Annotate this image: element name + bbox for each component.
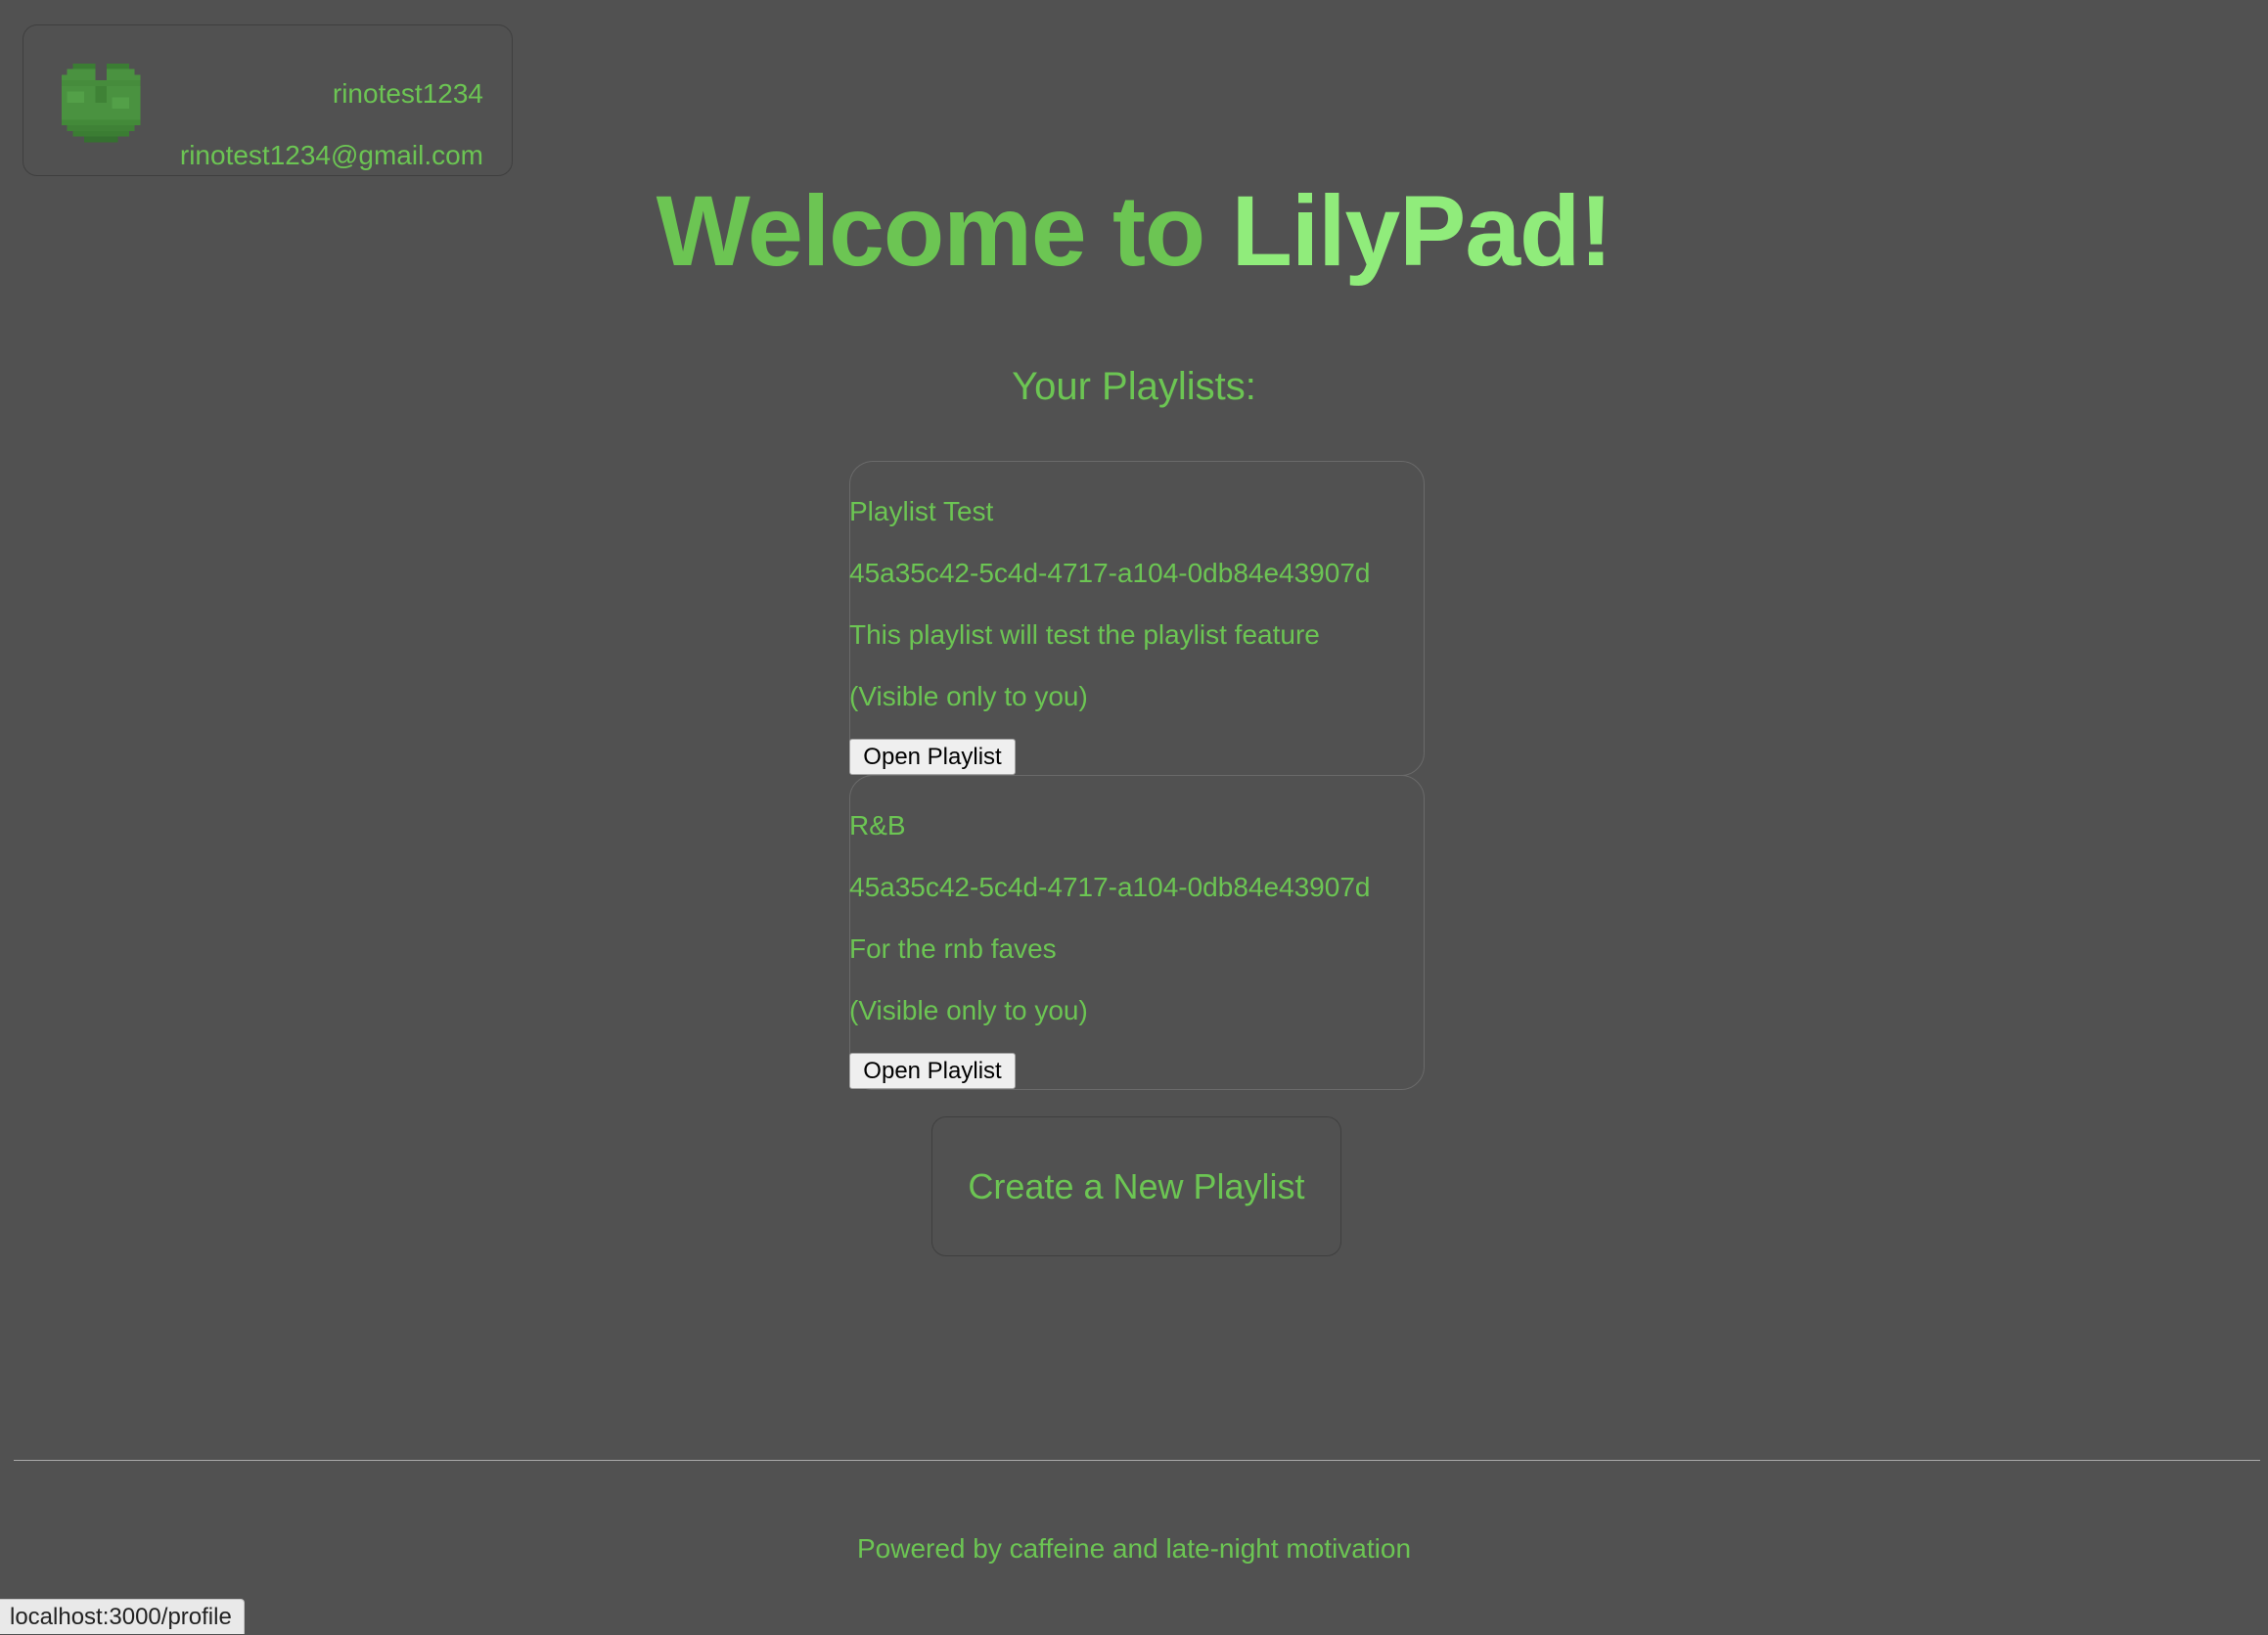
playlist-card: R&B 45a35c42-5c4d-4717-a104-0db84e43907d… [849,775,1425,1090]
create-playlist-button[interactable]: Create a New Playlist [931,1116,1341,1256]
playlist-id: 45a35c42-5c4d-4717-a104-0db84e43907d [849,558,1371,588]
playlist-id: 45a35c42-5c4d-4717-a104-0db84e43907d [849,872,1371,902]
playlist-visibility: (Visible only to you) [849,995,1088,1025]
profile-card: rinotest1234 rinotest1234@gmail.com [23,24,513,176]
playlist-name: Playlist Test [849,496,994,526]
profile-username: rinotest1234 [332,78,483,109]
app-name: LilyPad! [1231,175,1613,287]
welcome-text: Welcome to [656,175,1206,287]
playlist-name: R&B [849,810,906,840]
profile-email: rinotest1234@gmail.com [179,140,483,170]
status-bar-url: localhost:3000/profile [0,1599,245,1634]
open-playlist-button[interactable]: Open Playlist [849,739,1016,775]
lilypad-icon [61,63,141,143]
playlist-description: This playlist will test the playlist fea… [849,619,1320,650]
playlist-card: Playlist Test 45a35c42-5c4d-4717-a104-0d… [849,461,1425,776]
playlist-description: For the rnb faves [849,933,1057,964]
playlists-heading: Your Playlists: [1012,365,1256,408]
playlist-visibility: (Visible only to you) [849,681,1088,711]
open-playlist-button[interactable]: Open Playlist [849,1053,1016,1089]
footer-text: Powered by caffeine and late-night motiv… [856,1533,1412,1564]
footer-divider [14,1460,2260,1461]
page-title: Welcome to LilyPad! [0,172,2268,290]
